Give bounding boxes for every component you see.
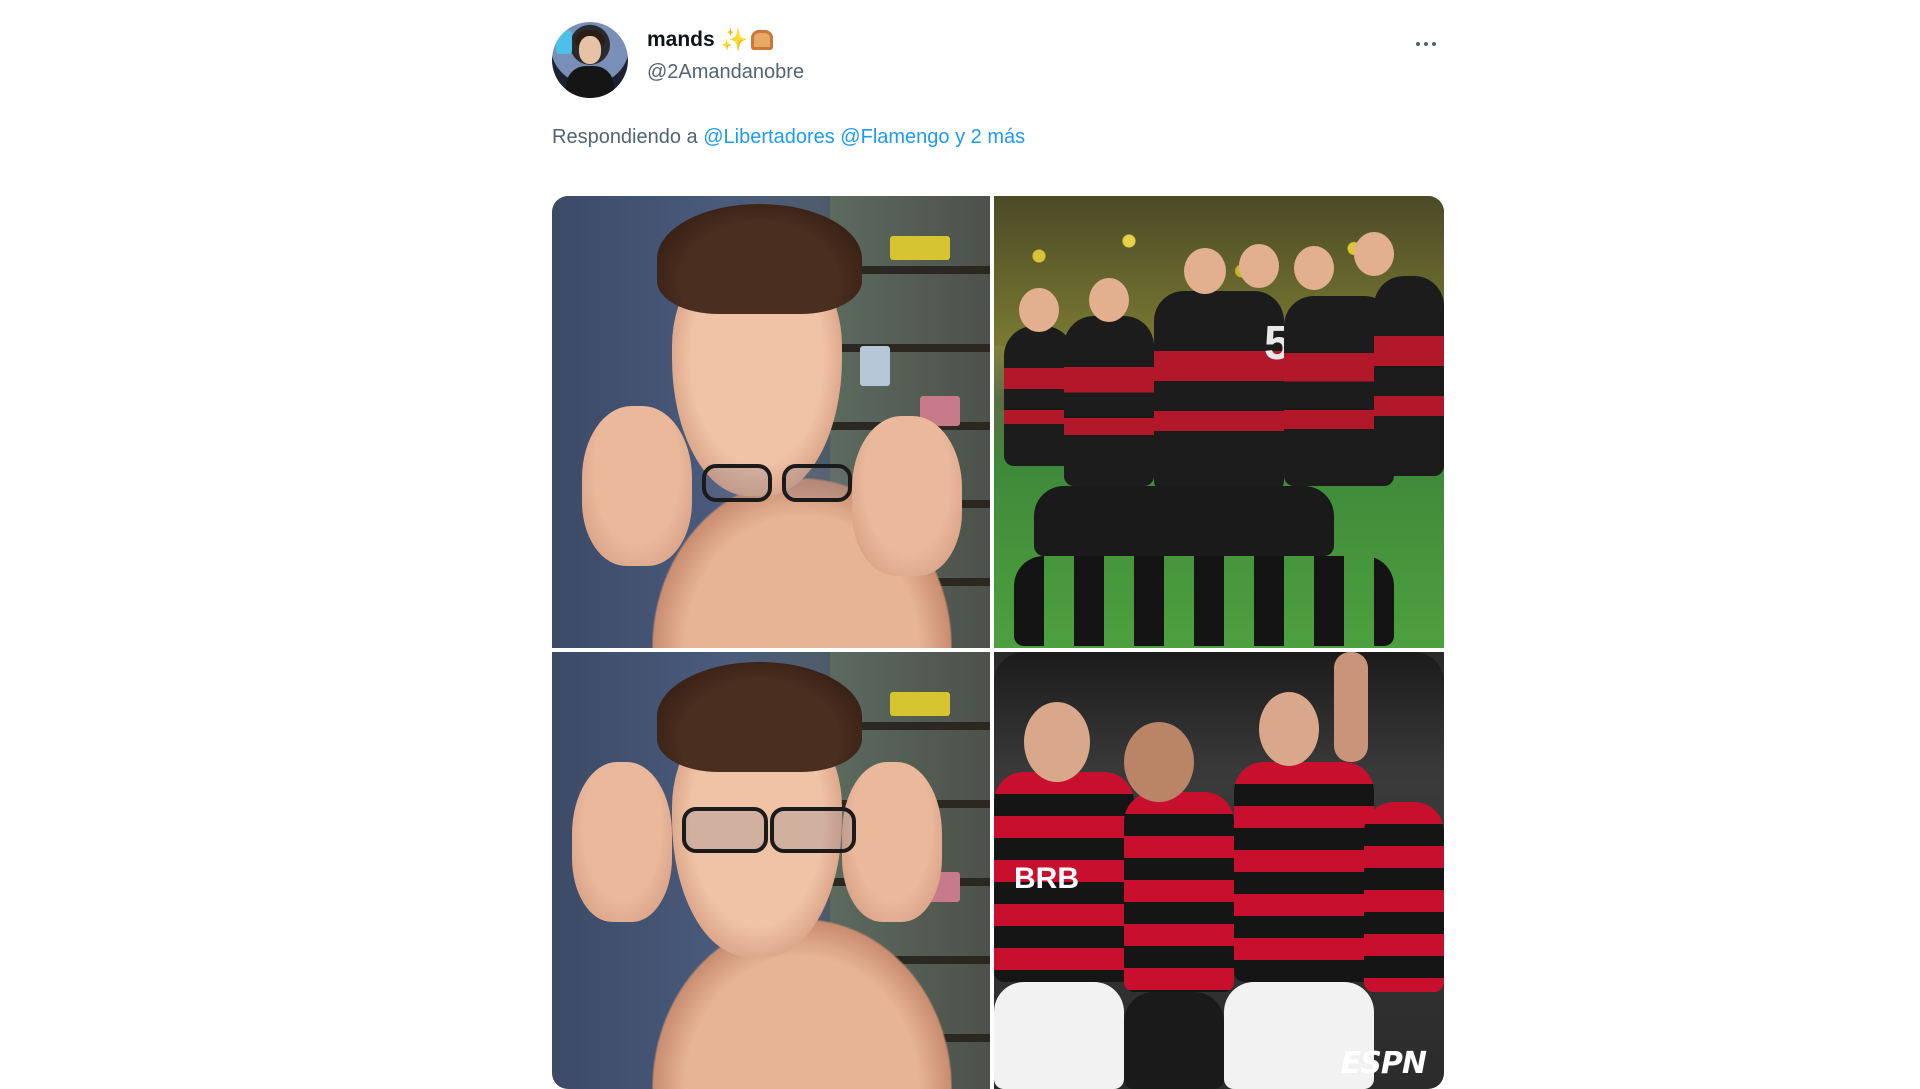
sparkles-icon: ✨ bbox=[720, 27, 749, 52]
media-panel-peter-parker-glasses-off[interactable] bbox=[552, 196, 990, 648]
player bbox=[1374, 276, 1444, 476]
player-shorts bbox=[994, 982, 1124, 1089]
avatar-body bbox=[566, 66, 614, 98]
hair bbox=[657, 662, 862, 772]
media-panel-peter-parker-glasses-on[interactable] bbox=[552, 652, 990, 1089]
display-name-line[interactable]: mands ✨ bbox=[647, 27, 774, 52]
left-hand bbox=[572, 762, 672, 922]
left-hand bbox=[582, 406, 692, 566]
mention-libertadores[interactable]: @Libertadores bbox=[703, 126, 834, 148]
right-hand bbox=[852, 416, 962, 576]
sponsor-logo: BRB bbox=[1014, 862, 1079, 895]
avatar[interactable] bbox=[552, 22, 628, 98]
player-head bbox=[1019, 288, 1059, 332]
player-head bbox=[1124, 722, 1194, 802]
avatar-face bbox=[579, 36, 601, 64]
media-panel-germany-celebration[interactable]: 5 bbox=[994, 196, 1444, 648]
shelf-object bbox=[890, 692, 950, 716]
mention-more[interactable]: y 2 más bbox=[955, 126, 1025, 148]
player bbox=[1234, 762, 1374, 982]
glasses-lens-right bbox=[770, 807, 856, 853]
bread-icon bbox=[751, 30, 774, 50]
player-legs bbox=[1014, 556, 1394, 646]
tweet: mands ✨ @2Amandanobre Respondiendo a @Li… bbox=[552, 0, 1444, 1089]
more-options-icon[interactable] bbox=[1408, 32, 1444, 56]
player bbox=[1124, 792, 1234, 992]
user-handle[interactable]: @2Amandanobre bbox=[647, 61, 804, 84]
reply-context: Respondiendo a @Libertadores @Flamengo y… bbox=[552, 126, 1025, 149]
tweet-header: mands ✨ @2Amandanobre bbox=[552, 22, 1444, 102]
display-name[interactable]: mands bbox=[647, 28, 715, 52]
glasses-lens-left bbox=[702, 464, 772, 502]
shelf-object bbox=[890, 236, 950, 260]
shoulders bbox=[652, 919, 952, 1089]
player-head bbox=[1089, 278, 1129, 322]
reply-prefix: Respondiendo a bbox=[552, 126, 698, 148]
player-head bbox=[1024, 702, 1090, 782]
player bbox=[1364, 802, 1444, 992]
mention-flamengo[interactable]: @Flamengo bbox=[840, 126, 949, 148]
player-shorts bbox=[1034, 486, 1334, 556]
player-head bbox=[1184, 248, 1226, 294]
media-panel-flamengo-celebration[interactable]: BRB ESPN bbox=[994, 652, 1444, 1089]
player bbox=[1064, 316, 1154, 486]
player-head bbox=[1259, 692, 1319, 766]
player-head bbox=[1354, 232, 1394, 276]
hair bbox=[657, 204, 862, 314]
shelf-object bbox=[860, 346, 890, 386]
right-hand bbox=[842, 762, 942, 922]
player-shorts bbox=[1124, 992, 1224, 1089]
avatar-background-screen bbox=[556, 30, 572, 54]
glasses-lens-right bbox=[782, 464, 852, 502]
media-grid: 5 BRB ESPN bbox=[552, 196, 1444, 1089]
espn-watermark: ESPN bbox=[1340, 1046, 1427, 1081]
player-head bbox=[1239, 244, 1279, 288]
player-head bbox=[1294, 246, 1334, 290]
glasses-lens-left bbox=[682, 807, 768, 853]
raised-arm bbox=[1334, 652, 1368, 762]
